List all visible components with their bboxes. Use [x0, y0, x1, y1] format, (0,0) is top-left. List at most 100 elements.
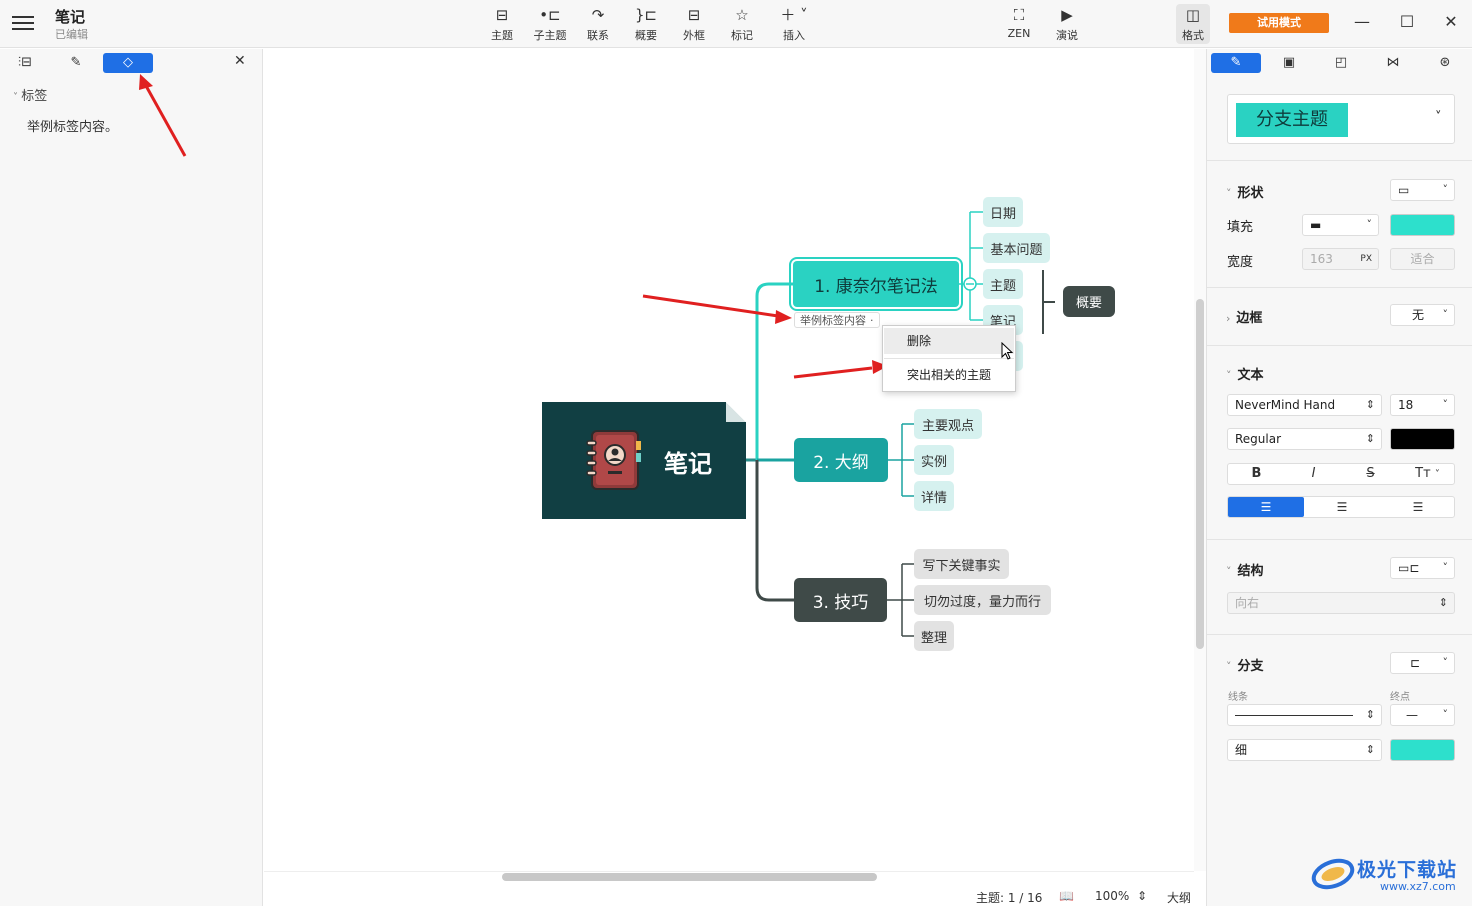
outline-tab-icon[interactable]: ⫶⊟ [0, 53, 50, 73]
menu-item-delete[interactable]: 删除 [884, 328, 1014, 354]
close-panel-icon[interactable]: ✕ [234, 53, 246, 69]
structure-section-header[interactable]: ˅ 结构 [1226, 560, 1264, 579]
style-tab-icon[interactable]: ✎ [1211, 53, 1261, 73]
insert-button[interactable]: ＋ ˅ 插入 [770, 4, 818, 43]
menu-item-highlight-related[interactable]: 突出相关的主题 [884, 362, 1014, 388]
close-icon[interactable]: ✕ [1441, 12, 1461, 32]
trial-mode-button[interactable]: 试用模式 [1229, 13, 1329, 33]
summary-button[interactable]: }⊏ 概要 [622, 4, 670, 43]
italic-button[interactable]: I [1285, 464, 1342, 484]
updown-icon: ⇕ [1365, 708, 1375, 721]
tags-section-header[interactable]: ˅ 标签 [13, 85, 47, 104]
star-icon: ☆ [735, 6, 749, 24]
vertical-scrollbar[interactable] [1194, 49, 1206, 871]
font-family-select[interactable]: NeverMind Hand ⇕ [1227, 394, 1382, 416]
subtopic-examples[interactable]: 实例 [914, 445, 954, 475]
subtopic-details[interactable]: 详情 [914, 481, 954, 511]
topic-outline[interactable]: 2. 大纲 [794, 438, 888, 482]
tag-list-item[interactable]: 举例标签内容。 [27, 116, 118, 135]
note-tab-icon[interactable]: ◰ [1316, 53, 1366, 73]
border-select[interactable]: 无 ˅ [1390, 304, 1455, 326]
align-right-icon[interactable]: ☰ [1380, 497, 1456, 517]
topic-tag-label[interactable]: 举例标签内容 · [794, 312, 880, 328]
present-button[interactable]: ▶ 演说 [1043, 4, 1091, 43]
fill-color-swatch[interactable] [1390, 214, 1455, 236]
central-topic[interactable]: 笔记 [542, 402, 746, 519]
hamburger-menu-icon[interactable] [12, 12, 34, 34]
theme-tab-icon[interactable]: ⊛ [1420, 53, 1470, 73]
chevron-down-icon: ˅ [1442, 656, 1449, 669]
vertical-scroll-thumb[interactable] [1196, 299, 1204, 649]
text-case-button[interactable]: Tт ˅ [1399, 464, 1456, 484]
relationship-icon: ↷ [591, 6, 605, 24]
line-label: 线条 [1228, 692, 1248, 703]
align-left-icon[interactable]: ☰ [1228, 497, 1304, 517]
subtopic-label: 子主题 [533, 29, 567, 42]
shape-section-header[interactable]: ˅ 形状 [1226, 182, 1264, 201]
updown-icon: ⇕ [1438, 596, 1448, 609]
line-style-select[interactable]: ⇕ [1227, 704, 1382, 726]
zoom-stepper-icon[interactable]: ⇕ [1137, 889, 1147, 903]
subtopic-main-points[interactable]: 主要观点 [914, 409, 982, 439]
line-thickness-select[interactable]: 细 ⇕ [1227, 739, 1382, 761]
width-value: 163 [1310, 252, 1333, 266]
zen-button[interactable]: ⛶ ZEN [995, 4, 1043, 40]
structure-title: 结构 [1237, 564, 1264, 579]
tags-section-label: 标签 [21, 89, 48, 104]
endpoint-select[interactable]: — ˅ [1390, 704, 1455, 726]
subtopic-basic-question[interactable]: 基本问题 [983, 233, 1050, 263]
minimize-icon[interactable]: — [1352, 12, 1372, 32]
topic-cornell[interactable]: 1. 康奈尔笔记法 [789, 257, 963, 311]
outline-button[interactable]: 大纲 [1167, 889, 1191, 906]
width-input[interactable]: 163 PX [1302, 248, 1379, 270]
subtopic-date[interactable]: 日期 [983, 197, 1023, 227]
format-button[interactable]: ◫ 格式 [1176, 4, 1210, 44]
updown-icon: ⇕ [1365, 398, 1375, 411]
summary-node[interactable]: 概要 [1063, 286, 1115, 317]
bold-button[interactable]: B [1228, 464, 1285, 484]
chevron-down-icon: ˅ [1226, 187, 1232, 200]
chevron-down-icon: ˅ [1226, 565, 1232, 578]
font-weight-select[interactable]: Regular ⇕ [1227, 428, 1382, 450]
align-center-icon[interactable]: ☰ [1304, 497, 1380, 517]
boundary-button[interactable]: ⊟ 外框 [670, 4, 718, 43]
topic-button[interactable]: ⊟ 主题 [478, 4, 526, 43]
relationship-button[interactable]: ↷ 联系 [574, 4, 622, 43]
font-size-select[interactable]: 18 ˅ [1390, 394, 1455, 416]
map-tab-icon[interactable]: ▣ [1264, 53, 1314, 73]
book-icon[interactable]: 📖 [1059, 889, 1074, 903]
document-status: 已编辑 [55, 28, 88, 41]
mouse-cursor-icon [1001, 342, 1014, 360]
marker-button[interactable]: ☆ 标记 [718, 4, 766, 43]
subtopic-theme[interactable]: 主题 [983, 269, 1023, 299]
shape-select[interactable]: ▭ ˅ [1390, 179, 1455, 201]
branch-style-select[interactable]: ⊏ ˅ [1390, 652, 1455, 674]
structure-type-select[interactable]: ▭⊏ ˅ [1390, 557, 1455, 579]
font-size-value: 18 [1398, 398, 1414, 412]
fit-button[interactable]: 适合 [1390, 248, 1455, 270]
updown-icon: ⇕ [1365, 743, 1375, 756]
structure-direction-select[interactable]: 向右 ⇕ [1227, 592, 1455, 614]
horizontal-scrollbar[interactable] [264, 871, 1194, 883]
subtopic-dont-overdo[interactable]: 切勿过度，量力而行 [914, 585, 1051, 615]
subtopic-key-facts[interactable]: 写下关键事实 [914, 549, 1009, 579]
strikethrough-button[interactable]: S [1342, 464, 1399, 484]
tags-tab-icon[interactable]: ◇ [103, 53, 153, 73]
structure-tab-icon[interactable]: ⋈ [1368, 53, 1418, 73]
style-preset-select[interactable]: 分支主题 ˅ [1227, 94, 1455, 144]
endpoint-line-icon: — [1406, 708, 1418, 722]
subtopic-organize[interactable]: 整理 [914, 621, 954, 651]
horizontal-scroll-thumb[interactable] [502, 873, 877, 881]
branch-section-header[interactable]: ˅ 分支 [1226, 655, 1264, 674]
chevron-down-icon: ˅ [1366, 218, 1373, 231]
fill-pattern-select[interactable]: ▬ ˅ [1302, 214, 1379, 236]
subtopic-button[interactable]: •⊏ 子主题 [526, 4, 574, 43]
border-section-header[interactable]: › 边框 [1226, 307, 1262, 326]
text-section-header[interactable]: ˅ 文本 [1226, 364, 1264, 383]
notes-tab-icon[interactable]: ✎ [51, 53, 101, 73]
zoom-level[interactable]: 100% [1095, 889, 1129, 903]
text-color-swatch[interactable] [1390, 428, 1455, 450]
maximize-icon[interactable]: ☐ [1397, 12, 1417, 32]
branch-color-swatch[interactable] [1390, 739, 1455, 761]
topic-tips[interactable]: 3. 技巧 [794, 578, 887, 622]
